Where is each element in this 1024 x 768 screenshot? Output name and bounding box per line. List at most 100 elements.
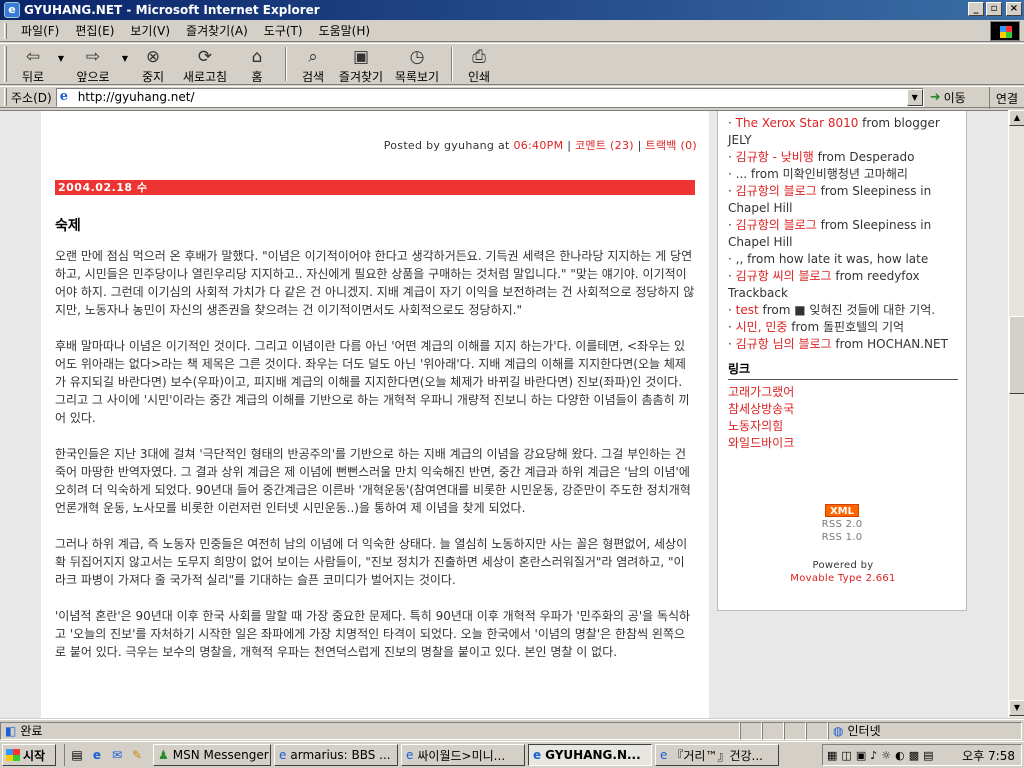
tray-icon[interactable]: ▦ xyxy=(827,749,837,762)
trackback-item: · 김규항의 블로그 from Sleepiness in Chapel Hil… xyxy=(728,217,958,251)
back-button[interactable]: ⇦ 뒤로 xyxy=(11,44,55,84)
ie-quicklaunch-icon[interactable]: e xyxy=(89,747,105,763)
address-grip[interactable] xyxy=(4,88,7,106)
ie-task-icon: e xyxy=(660,748,668,762)
comments-link[interactable]: 코멘트 (23) xyxy=(575,139,634,152)
window-controls: _ ▫ × xyxy=(968,2,1022,16)
links-toolbar-button[interactable]: 연결 xyxy=(988,87,1024,109)
favorites-folder-icon: ▣ xyxy=(352,47,370,67)
ie-task-icon: e xyxy=(279,748,287,762)
search-button[interactable]: ⌕ 검색 xyxy=(293,44,333,84)
start-button[interactable]: 시작 xyxy=(2,744,56,766)
tray-icon[interactable]: ▩ xyxy=(909,749,919,762)
refresh-button[interactable]: ⟳ 새로고침 xyxy=(175,44,235,84)
toolbar-grip[interactable] xyxy=(4,46,7,82)
trackback-item: · 김규항의 블로그 from Sleepiness in Chapel Hil… xyxy=(728,183,958,217)
history-button[interactable]: ◷ 목록보기 xyxy=(389,44,445,84)
vertical-scrollbar[interactable]: ▲ ▼ xyxy=(1008,110,1024,718)
volume-icon[interactable]: ♪ xyxy=(870,749,877,762)
trackback-item: · test from ■ 잊혀진 것들에 대한 기억. xyxy=(728,302,958,319)
tray-icon[interactable]: ▣ xyxy=(856,749,866,762)
trackback-title-link[interactable]: 김규항 - 낮비행 xyxy=(736,150,814,164)
close-button[interactable]: × xyxy=(1006,2,1022,16)
menu-grip[interactable] xyxy=(4,22,7,39)
trackback-title-link[interactable]: 김규항 씨의 블로그 xyxy=(736,269,832,283)
go-button[interactable]: ➜ 이동 xyxy=(930,89,966,106)
task-bbs[interactable]: e armarius: BBS ... xyxy=(274,744,398,766)
show-desktop-icon[interactable]: ▤ xyxy=(69,747,85,763)
task-msn-messenger[interactable]: ♟ MSN Messenger xyxy=(153,744,271,766)
menu-file[interactable]: 파일(F) xyxy=(13,22,67,39)
quicklaunch-app-icon[interactable]: ✎ xyxy=(129,747,145,763)
scroll-thumb[interactable] xyxy=(1009,316,1024,394)
forward-button[interactable]: ⇨ 앞으로 xyxy=(67,44,119,84)
post-paragraph: 한국인들은 지난 3대에 걸쳐 '극단적인 형태의 반공주의'를 기반으로 하는… xyxy=(55,447,691,515)
task-gyuhang[interactable]: e GYUHANG.N... xyxy=(528,744,652,766)
rss-10-link[interactable]: RSS 1.0 xyxy=(818,532,866,543)
rss-20-link[interactable]: RSS 2.0 xyxy=(818,519,866,530)
menu-favorites[interactable]: 즐겨찾기(A) xyxy=(178,22,256,39)
tray-icon[interactable]: ▤ xyxy=(923,749,933,762)
sidebar-link[interactable]: 참세상방송국 xyxy=(728,401,958,418)
trackback-title-link[interactable]: 시민, 민중 xyxy=(736,320,788,334)
home-button[interactable]: ⌂ 홈 xyxy=(235,44,279,84)
sidebar-link[interactable]: 노동자의힘 xyxy=(728,418,958,435)
menu-bar: 파일(F) 편집(E) 보기(V) 즐겨찾기(A) 도구(T) 도움말(H) xyxy=(0,20,1024,42)
menu-edit[interactable]: 편집(E) xyxy=(67,22,122,39)
sidebar-link[interactable]: 고래가그랬어 xyxy=(728,384,958,401)
tray-icon[interactable]: ☼ xyxy=(881,749,891,762)
main-content: Posted by gyuhang at 06:40PM | 코멘트 (23) … xyxy=(41,111,709,718)
back-dropdown-icon[interactable]: ▼ xyxy=(55,54,67,63)
trackback-source: from Desperado xyxy=(813,150,915,164)
minimize-button[interactable]: _ xyxy=(968,2,984,16)
page-icon: e xyxy=(59,89,68,104)
standard-toolbar: ⇦ 뒤로 ▼ ⇨ 앞으로 ▼ ⊗ 중지 ⟳ 새로고침 ⌂ 홈 ⌕ 검색 ▣ 즐겨… xyxy=(0,43,1024,85)
page-done-icon: ◧ xyxy=(5,723,17,738)
trackback-link[interactable]: 트랙백 (0) xyxy=(645,139,697,152)
xml-feed-badge[interactable]: XML xyxy=(825,504,859,517)
address-dropdown-icon[interactable]: ▼ xyxy=(906,88,923,106)
windows-flag-icon xyxy=(6,749,20,761)
trackback-title-link[interactable]: 김규항의 블로그 xyxy=(736,218,817,232)
stop-button[interactable]: ⊗ 중지 xyxy=(131,44,175,84)
address-url[interactable]: http://gyuhang.net/ xyxy=(78,90,195,104)
scroll-up-icon[interactable]: ▲ xyxy=(1009,110,1024,126)
back-arrow-icon: ⇦ xyxy=(25,47,41,67)
forward-arrow-icon: ⇨ xyxy=(85,47,101,67)
scroll-down-icon[interactable]: ▼ xyxy=(1009,700,1024,716)
refresh-icon: ⟳ xyxy=(197,47,213,67)
post-title: 숙제 xyxy=(55,218,81,234)
restore-button[interactable]: ▫ xyxy=(986,2,1002,16)
taskbar: 시작 ▤ e ✉ ✎ ♟ MSN Messenger e armarius: B… xyxy=(0,741,1024,768)
task-cyworld[interactable]: e 싸이월드>미니... xyxy=(401,744,525,766)
address-input[interactable]: e http://gyuhang.net/ ▼ xyxy=(55,87,924,107)
trackback-item: · ... from 미확인비행청년 고마해리 xyxy=(728,166,958,183)
internet-zone-icon: ◍ xyxy=(833,723,844,738)
toolbar-separator xyxy=(451,47,453,81)
menu-view[interactable]: 보기(V) xyxy=(122,22,178,39)
menu-tools[interactable]: 도구(T) xyxy=(256,22,311,39)
clock[interactable]: 오후 7:58 xyxy=(962,747,1015,764)
trackback-title-link[interactable]: 김규항 님의 블로그 xyxy=(736,337,832,351)
print-button[interactable]: ⎙ 인쇄 xyxy=(459,44,499,84)
trackback-title-link[interactable]: The Xerox Star 8010 xyxy=(736,116,859,130)
outlook-icon[interactable]: ✉ xyxy=(109,747,125,763)
forward-dropdown-icon[interactable]: ▼ xyxy=(119,54,131,63)
tray-icon[interactable]: ◐ xyxy=(895,749,905,762)
msn-icon: ♟ xyxy=(158,748,169,762)
menu-help[interactable]: 도움말(H) xyxy=(311,22,379,39)
trackback-title-link[interactable]: test xyxy=(736,303,759,317)
bullet-icon: · xyxy=(728,167,736,181)
tray-icon[interactable]: ◫ xyxy=(841,749,851,762)
trackback-title-link[interactable]: 김규항의 블로그 xyxy=(736,184,817,198)
trackback-source: from 돌핀호텔의 기억 xyxy=(787,320,905,334)
sidebar-link[interactable]: 와일드바이크 xyxy=(728,435,958,452)
task-street[interactable]: e 『거리™』건강... xyxy=(655,744,779,766)
movable-type-link[interactable]: Movable Type 2.661 xyxy=(778,572,908,585)
ie-logo-icon: e xyxy=(4,2,20,18)
favorites-button[interactable]: ▣ 즐겨찾기 xyxy=(333,44,389,84)
trackback-source: ... from 미확인비행청년 고마해리 xyxy=(735,167,908,181)
post-time-link[interactable]: 06:40PM xyxy=(513,139,563,152)
page-viewport: Posted by gyuhang at 06:40PM | 코멘트 (23) … xyxy=(0,110,1008,718)
status-pane xyxy=(784,721,806,740)
